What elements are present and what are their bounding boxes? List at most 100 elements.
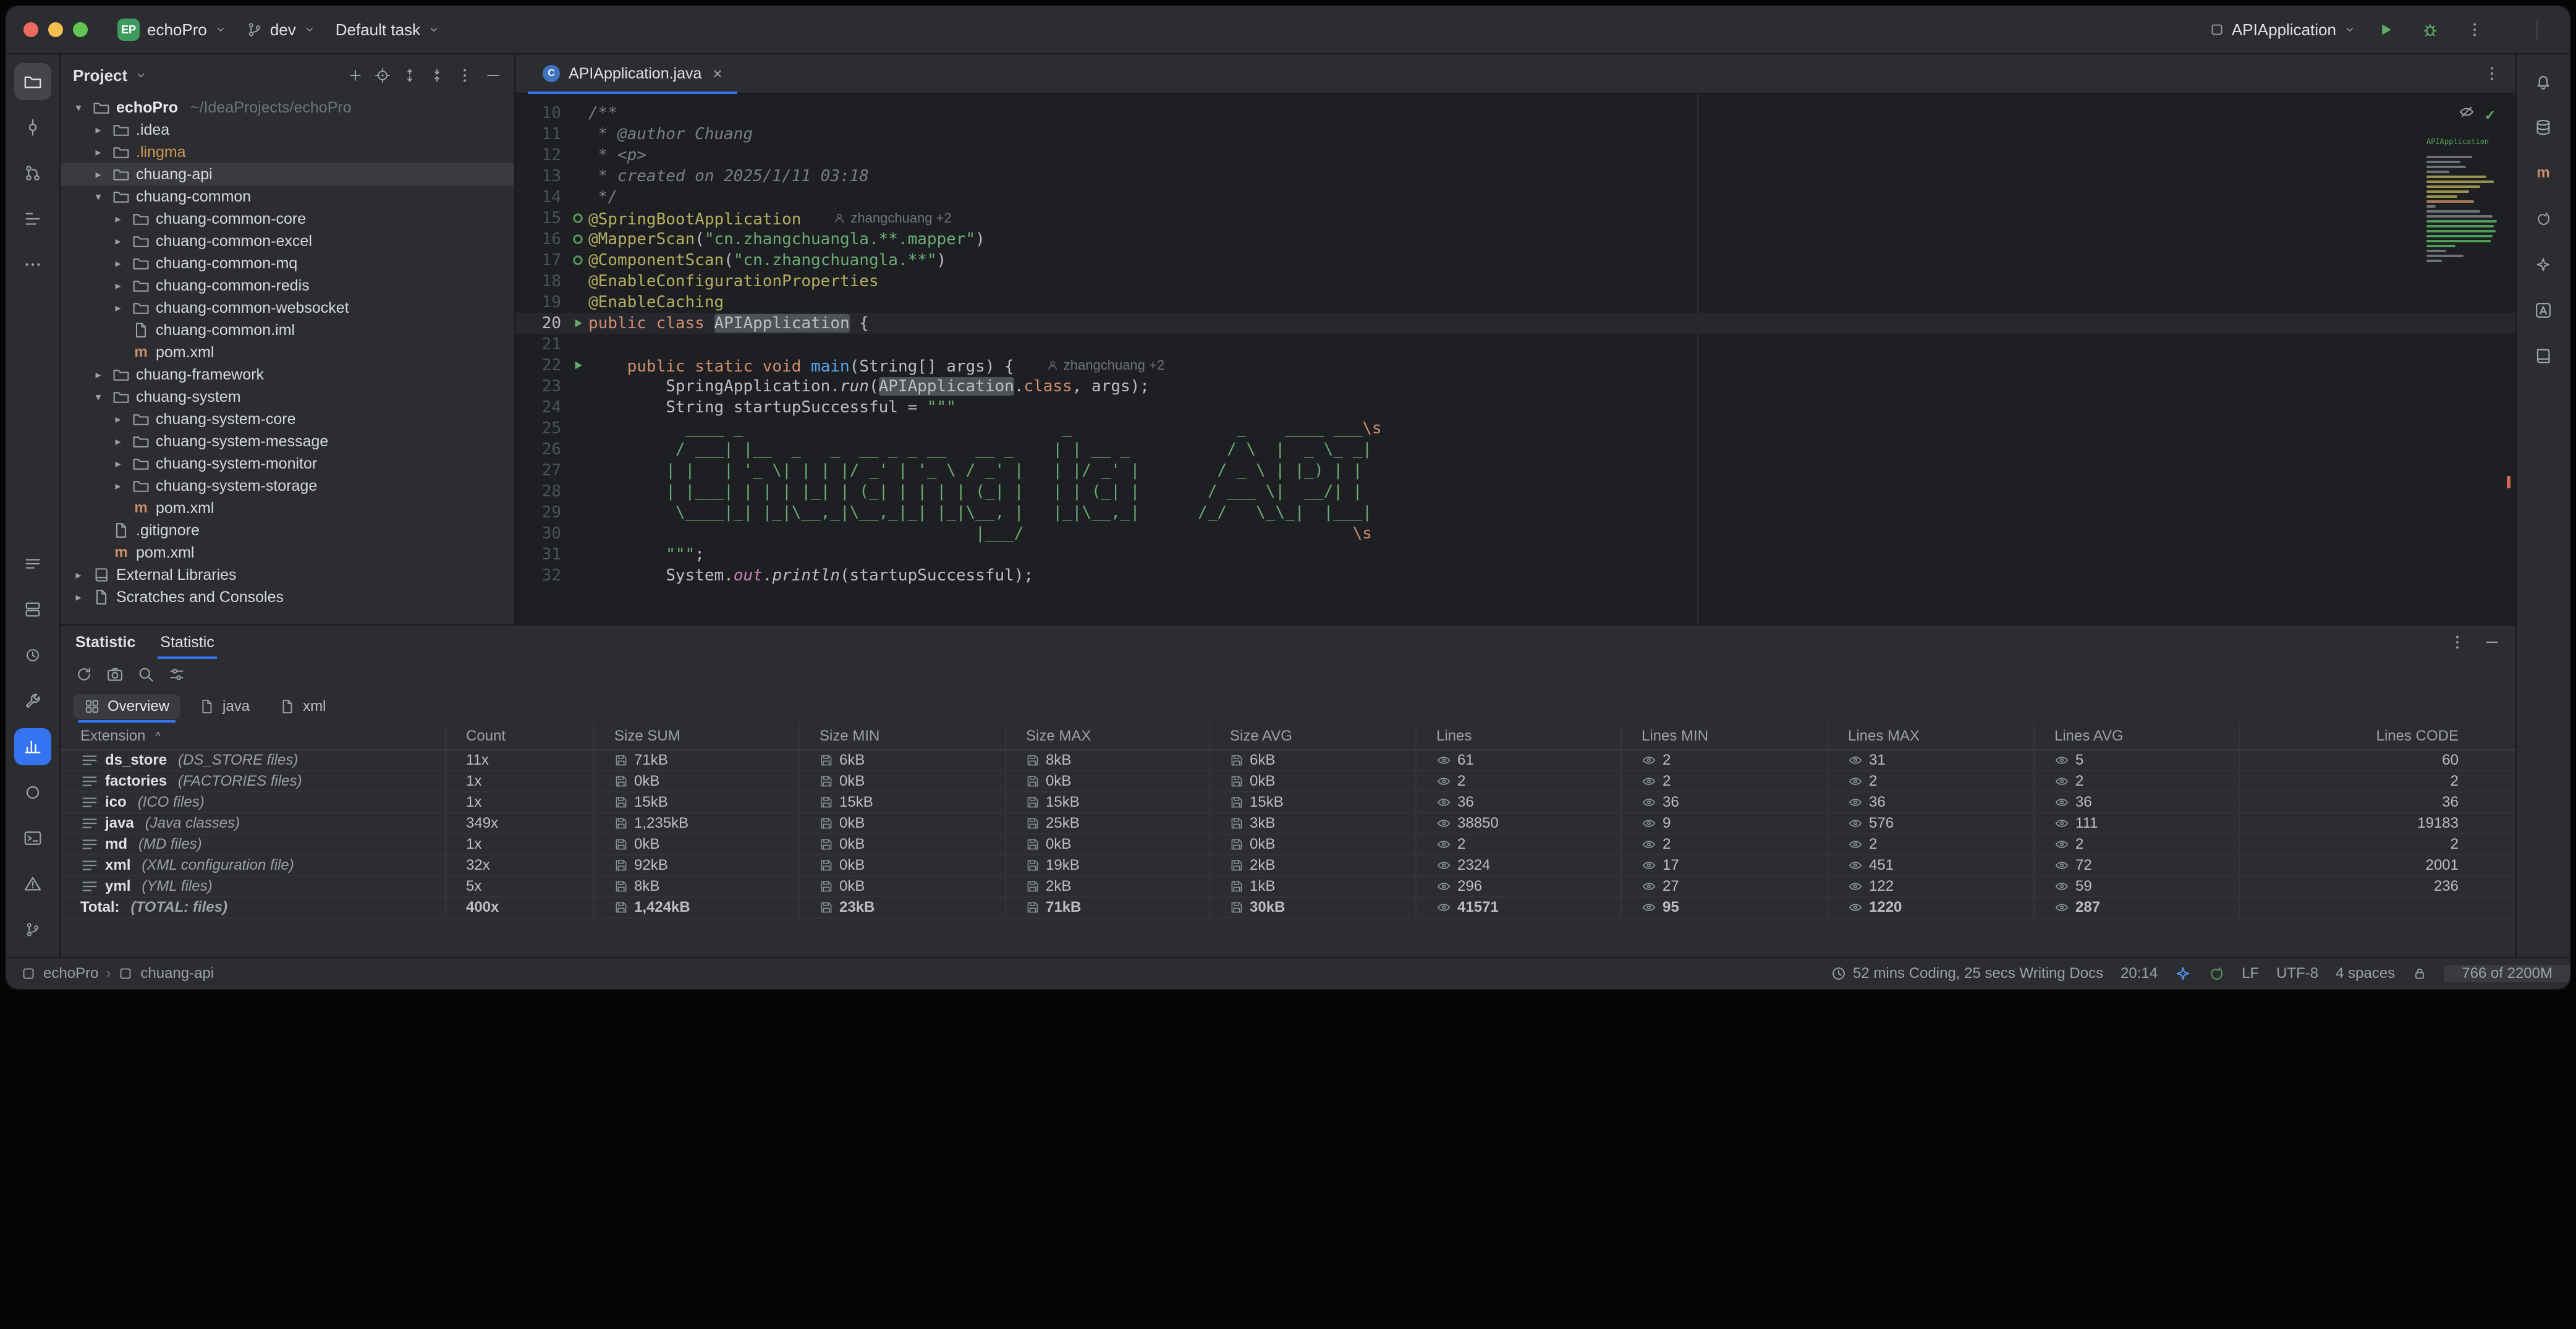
tree-item-gitignore[interactable]: .gitignore [61,519,514,541]
column-header-lines-avg[interactable]: Lines AVG [2035,723,2240,749]
close-button[interactable] [23,22,38,37]
code-line-30[interactable]: 30 |___/ \s [515,523,2515,544]
ai-plugin-icon[interactable] [2175,966,2191,982]
tree-item-external-libraries[interactable]: ▸External Libraries [61,564,514,586]
hide-panel-icon[interactable] [2483,634,2501,651]
more-actions-button[interactable] [2460,15,2489,45]
column-header-lines-min[interactable]: Lines MIN [1622,723,1828,749]
stat-row-md[interactable]: md(MD files)1x0kB0kB0kB0kB22222 [61,834,2515,856]
database-icon[interactable] [2525,109,2562,146]
tree-item-chuang-framework[interactable]: ▸chuang-framework [61,363,514,386]
breadcrumb-project[interactable]: echoPro [43,965,98,982]
minimize-button[interactable] [48,22,63,37]
line-ending-widget[interactable]: LF [2242,965,2259,982]
stat-row-factories[interactable]: factories(FACTORIES files)1x0kB0kB0kB0kB… [61,771,2515,792]
code-line-17[interactable]: 17@ComponentScan("cn.zhangchuangla.**") [515,250,2515,271]
services-icon[interactable] [14,591,51,628]
line-number[interactable]: 15 [515,208,567,229]
project-selector[interactable]: EP echoPro [108,14,237,46]
code-line-29[interactable]: 29 \____|_| |_|\__,_|\__,_|_| |_|\__, | … [515,502,2515,523]
zoom-button[interactable] [73,22,88,37]
line-number[interactable]: 19 [515,292,567,313]
profiler-icon[interactable] [14,637,51,674]
stat-row-total[interactable]: Total:(TOTAL: files)400x1,424kB23kB71kB3… [61,898,2515,919]
panel-options-icon[interactable] [2449,634,2466,651]
line-number[interactable]: 18 [515,271,567,292]
build-icon[interactable] [14,682,51,720]
column-header-size-min[interactable]: Size MIN [800,723,1006,749]
problems-icon[interactable] [14,865,51,902]
line-number[interactable]: 21 [515,334,567,355]
stat-row-java[interactable]: java(Java classes)349x1,235kB0kB25kB3kB3… [61,813,2515,834]
add-icon[interactable] [347,67,363,83]
code-line-27[interactable]: 27 | | | '_ \| | | |/ _' | '_ \ / _' | |… [515,460,2515,481]
expand-all-icon[interactable] [402,67,418,83]
tree-item-chuang-system-monitor[interactable]: ▸chuang-system-monitor [61,452,514,475]
author-hint[interactable]: zhangchuang +2 [1046,355,1164,376]
project-icon[interactable] [14,63,51,100]
line-number[interactable]: 13 [515,166,567,187]
code-line-24[interactable]: 24 String startupSuccessful = """ [515,397,2515,418]
code-line-19[interactable]: 19@EnableCaching [515,292,2515,313]
column-header-extension[interactable]: Extension^ [61,723,446,749]
code-line-16[interactable]: 16@MapperScan("cn.zhangchuangla.**.mappe… [515,229,2515,250]
run-button[interactable] [2371,15,2400,45]
code-line-23[interactable]: 23 SpringApplication.run(APIApplication.… [515,376,2515,397]
column-header-count[interactable]: Count [446,723,595,749]
line-number[interactable]: 10 [515,103,567,124]
run-configuration-selector[interactable]: APIApplication [2210,20,2356,40]
breadcrumb-module[interactable]: chuang-api [140,965,214,982]
tree-item-pom-xml[interactable]: mpom.xml [61,541,514,564]
encoding-widget[interactable]: UTF-8 [2276,965,2318,982]
tree-item-pom-xml[interactable]: mpom.xml [61,497,514,519]
indent-widget[interactable]: 4 spaces [2336,965,2395,982]
line-number[interactable]: 11 [515,124,567,145]
code-line-14[interactable]: 14 */ [515,187,2515,208]
tree-item-chuang-common-redis[interactable]: ▸chuang-common-redis [61,274,514,297]
stat-row-ds-store[interactable]: ds_store(DS_STORE files)11x71kB6kB8kB6kB… [61,750,2515,771]
spring-bean-gutter-icon[interactable] [567,229,588,250]
tree-item-chuang-common-iml[interactable]: chuang-common.iml [61,319,514,341]
coverage-icon[interactable] [14,774,51,811]
hide-panel-icon[interactable] [485,67,502,84]
translation-icon[interactable] [2525,292,2562,329]
column-header-lines-max[interactable]: Lines MAX [1828,723,2035,749]
stat-row-xml[interactable]: xml(XML configuration file)32x92kB0kB19k… [61,856,2515,877]
tree-item-chuang-common-excel[interactable]: ▸chuang-common-excel [61,230,514,252]
spring-icon[interactable] [2525,200,2562,237]
line-number[interactable]: 32 [515,565,567,586]
documentation-icon[interactable] [2525,338,2562,375]
structure-icon[interactable] [14,200,51,237]
tree-item-lingma[interactable]: ▸.lingma [61,141,514,163]
time-tracking-widget[interactable]: 52 mins Coding, 25 secs Writing Docs [1831,965,2103,982]
author-hint[interactable]: zhangchuang +2 [833,208,951,229]
locate-file-icon[interactable] [375,67,391,83]
tree-item-chuang-system-core[interactable]: ▸chuang-system-core [61,408,514,430]
line-number[interactable]: 22 [515,355,567,376]
tree-item-chuang-common-core[interactable]: ▸chuang-common-core [61,208,514,230]
column-header-size-sum[interactable]: Size SUM [595,723,800,749]
code-line-11[interactable]: 11 * @author Chuang [515,124,2515,145]
statistic-content-tab[interactable]: Statistic [158,626,217,659]
lock-icon[interactable] [2412,966,2427,981]
code-line-31[interactable]: 31 """; [515,544,2515,565]
line-number[interactable]: 25 [515,418,567,439]
line-number[interactable]: 29 [515,502,567,523]
editor-tab[interactable]: C APIApplication.java × [528,54,737,93]
column-header-lines-code[interactable]: Lines CODE [2240,723,2515,749]
tree-item-chuang-common[interactable]: ▾chuang-common [61,185,514,208]
memory-indicator[interactable]: 766 of 2200M [2444,965,2570,982]
more-tool-windows-icon[interactable] [14,246,51,283]
stat-row-ico[interactable]: ico(ICO files)1x15kB15kB15kB15kB36363636… [61,792,2515,813]
view-tab-overview[interactable]: Overview [73,694,180,719]
collapse-all-icon[interactable] [429,67,445,83]
code-line-21[interactable]: 21 [515,334,2515,355]
terminal-icon[interactable] [14,820,51,857]
code-line-15[interactable]: 15@SpringBootApplicationzhangchuang +2 [515,208,2515,229]
run-gutter-icon[interactable] [567,355,588,376]
todo-icon[interactable] [14,545,51,582]
tree-item-chuang-system-message[interactable]: ▸chuang-system-message [61,430,514,452]
maven-icon[interactable]: m [2525,155,2562,192]
code-line-28[interactable]: 28 | |___| | | | |_| | (_| | | | | (_| |… [515,481,2515,502]
filter-settings-icon[interactable] [168,666,185,683]
